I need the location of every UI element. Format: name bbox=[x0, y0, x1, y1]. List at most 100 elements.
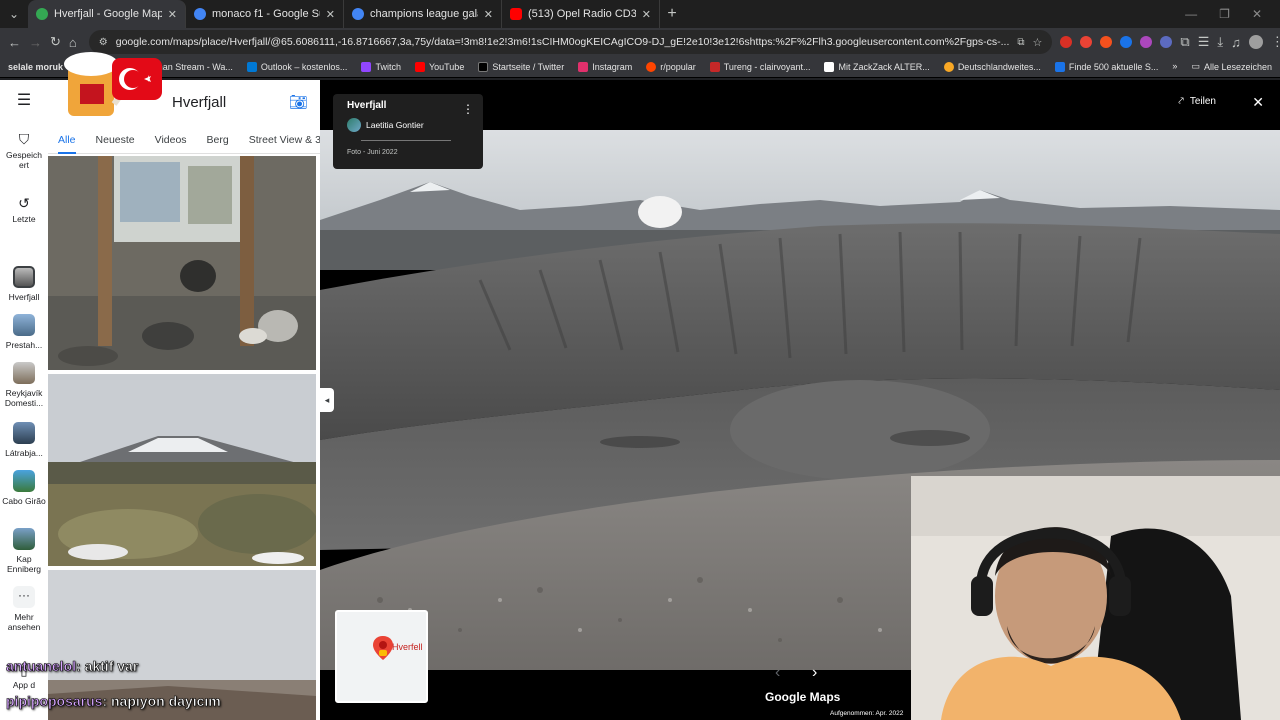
tab-videos[interactable]: Videos bbox=[155, 128, 187, 154]
deutschland-icon bbox=[943, 61, 954, 72]
reading-list-icon[interactable]: ☰ bbox=[1198, 34, 1210, 50]
extension-icon[interactable] bbox=[1120, 36, 1133, 48]
tab-youtube-video[interactable]: (513) Opel Radio CD30 Mp3 Bl... ✕ bbox=[502, 0, 660, 28]
chat-text: : napıyon dayıcım bbox=[102, 693, 221, 710]
share-icon: ⤤ bbox=[1178, 96, 1184, 107]
jobs-icon bbox=[1054, 61, 1065, 72]
rail-label: Cabo Girão bbox=[2, 496, 46, 506]
photo-info-card: Hverfjall Laetitia Gontier Foto - Juni 2… bbox=[333, 94, 483, 169]
rail-label: Mehr ansehen bbox=[7, 612, 41, 632]
restore-icon[interactable]: ❐ bbox=[1219, 0, 1230, 28]
tab-street-view[interactable]: Street View & 3 bbox=[249, 128, 321, 154]
address-bar[interactable]: ⚙ google.com/maps/place/Hverfjall/@65.60… bbox=[88, 30, 1053, 54]
photo-author[interactable]: Laetitia Gontier bbox=[347, 118, 469, 132]
tab-close-icon[interactable]: ✕ bbox=[642, 8, 651, 21]
rail-place[interactable]: Látrabja... bbox=[0, 422, 48, 458]
tab-close-icon[interactable]: ✕ bbox=[484, 8, 493, 21]
chat-text: : aktif var bbox=[76, 658, 139, 675]
rail-saved[interactable]: ⛉ Gespeich ert bbox=[0, 132, 48, 170]
photo-place-name[interactable]: Hverfjall bbox=[347, 100, 469, 111]
close-viewer-icon[interactable]: ✕ bbox=[1252, 94, 1264, 111]
photo-thumbnail-volcano[interactable] bbox=[48, 374, 316, 566]
rail-place[interactable]: Cabo Girão bbox=[0, 470, 48, 506]
google-favicon-icon bbox=[352, 8, 364, 20]
new-tab-button[interactable]: + bbox=[660, 0, 684, 28]
rail-place-hverfjall[interactable]: Hverfjall bbox=[0, 266, 48, 302]
zackzack-icon bbox=[824, 61, 835, 72]
folder-icon: ▭ bbox=[1191, 61, 1200, 71]
tab-google-maps[interactable]: Hverfjall - Google Maps ✕ bbox=[28, 0, 186, 28]
window-close-icon[interactable]: ✕ bbox=[1252, 0, 1262, 28]
menu-button[interactable]: ☰ bbox=[0, 93, 48, 109]
bookmark-item[interactable]: Instagram bbox=[578, 61, 632, 72]
previous-photo-icon[interactable]: ‹ bbox=[775, 664, 780, 682]
extension-icon[interactable] bbox=[1160, 36, 1173, 48]
media-icon[interactable]: ♫ bbox=[1231, 35, 1241, 50]
browser-tab-bar: ⌄ Hverfjall - Google Maps ✕ monaco f1 - … bbox=[0, 0, 1280, 28]
bookmark-star-icon[interactable]: ☆ bbox=[1033, 36, 1043, 49]
collapse-panel-button[interactable]: ◂ bbox=[320, 388, 334, 412]
mini-map[interactable]: Hverfell bbox=[335, 610, 428, 703]
bookmark-item[interactable]: Outlook – kostenlos... bbox=[246, 61, 347, 72]
mini-map-label: Hverfell bbox=[392, 642, 423, 652]
chat-username: pipipoposarus bbox=[6, 693, 103, 710]
minimize-icon[interactable]: — bbox=[1185, 0, 1197, 28]
rail-label: Letzte bbox=[12, 214, 36, 224]
bookmark-label: Mit ZackZack ALTER... bbox=[838, 61, 930, 72]
outlook-icon bbox=[246, 61, 257, 72]
extensions-puzzle-icon[interactable]: ⧉ bbox=[1180, 34, 1189, 50]
profile-avatar[interactable] bbox=[1248, 35, 1263, 49]
tab-close-icon[interactable]: ✕ bbox=[326, 8, 335, 21]
more-bookmarks-icon[interactable]: » bbox=[1172, 61, 1177, 72]
tab-monaco-search[interactable]: monaco f1 - Google Suche ✕ bbox=[186, 0, 344, 28]
rail-place[interactable]: Reykjavík Domesti... bbox=[0, 362, 48, 408]
photo-thumbnail-sign[interactable] bbox=[48, 156, 316, 370]
x-twitter-icon bbox=[478, 61, 489, 72]
bookmark-item[interactable]: Deutschlandweites... bbox=[943, 61, 1041, 72]
reddit-icon bbox=[646, 61, 657, 72]
more-options-icon[interactable]: ⋮ bbox=[462, 102, 474, 116]
chrome-menu-icon[interactable]: ⋮ bbox=[1271, 34, 1280, 50]
bookmark-item[interactable]: YouTube bbox=[414, 61, 464, 72]
extension-icon[interactable] bbox=[1140, 36, 1153, 48]
install-app-icon[interactable]: ⧉ bbox=[1017, 37, 1024, 48]
google-maps-logo: Google Maps bbox=[765, 690, 841, 704]
youtube-favicon-icon bbox=[510, 8, 522, 20]
extension-icon[interactable] bbox=[1080, 36, 1093, 48]
rail-recent[interactable]: ↺ Letzte bbox=[0, 195, 48, 224]
back-icon[interactable]: ← bbox=[8, 35, 21, 50]
map-pin-icon bbox=[373, 636, 393, 660]
downloads-icon[interactable]: ⤓ bbox=[1217, 34, 1223, 50]
chat-message: antuanelol: aktif var bbox=[6, 658, 139, 675]
tab-all[interactable]: Alle bbox=[58, 128, 76, 154]
bookmark-item[interactable]: selale moruk bbox=[8, 62, 63, 72]
history-icon: ↺ bbox=[18, 195, 30, 211]
tab-mountain[interactable]: Berg bbox=[207, 128, 229, 154]
rail-place[interactable]: Prestah... bbox=[0, 314, 48, 350]
place-thumbnail bbox=[13, 528, 35, 550]
tab-search-icon[interactable]: ⌄ bbox=[0, 0, 28, 28]
rail-more[interactable]: ··· Mehr ansehen bbox=[0, 586, 48, 632]
extension-icon[interactable] bbox=[1100, 36, 1113, 48]
address-url[interactable]: google.com/maps/place/Hverfjall/@65.6086… bbox=[116, 36, 1010, 48]
forward-icon[interactable]: → bbox=[29, 35, 42, 50]
bookmark-item[interactable]: Tureng - clairvoyant... bbox=[709, 61, 810, 72]
tab-latest[interactable]: Neueste bbox=[96, 128, 135, 154]
bookmark-item[interactable]: r/popular bbox=[646, 61, 696, 72]
next-photo-icon[interactable]: › bbox=[812, 664, 817, 682]
bookmark-item[interactable]: Twitch bbox=[361, 61, 401, 72]
bookmark-item[interactable]: Finde 500 aktuelle S... bbox=[1054, 61, 1158, 72]
tab-champions-search[interactable]: champions league galatasaray ✕ bbox=[344, 0, 502, 28]
extension-icon[interactable] bbox=[1060, 36, 1073, 48]
share-button[interactable]: ⤤ Teilen bbox=[1178, 96, 1216, 107]
panel-title: Hverfjall bbox=[172, 93, 227, 111]
bookmark-item[interactable]: Mit ZackZack ALTER... bbox=[824, 61, 930, 72]
add-photo-icon[interactable]: 📷︎ bbox=[289, 93, 308, 111]
all-bookmarks-folder[interactable]: ▭ Alle Lesezeichen bbox=[1191, 61, 1272, 72]
rail-place[interactable]: Kap Enniberg bbox=[0, 528, 48, 574]
bookmark-item[interactable]: Startseite / Twitter bbox=[478, 61, 564, 72]
bookmarks-bar: selale moruk ▦ ilkehan Stream - Wa... Ou… bbox=[0, 56, 1280, 78]
rail-label: Látrabja... bbox=[5, 448, 43, 458]
tab-title: (513) Opel Radio CD30 Mp3 Bl... bbox=[528, 8, 636, 20]
tab-close-icon[interactable]: ✕ bbox=[168, 8, 177, 21]
